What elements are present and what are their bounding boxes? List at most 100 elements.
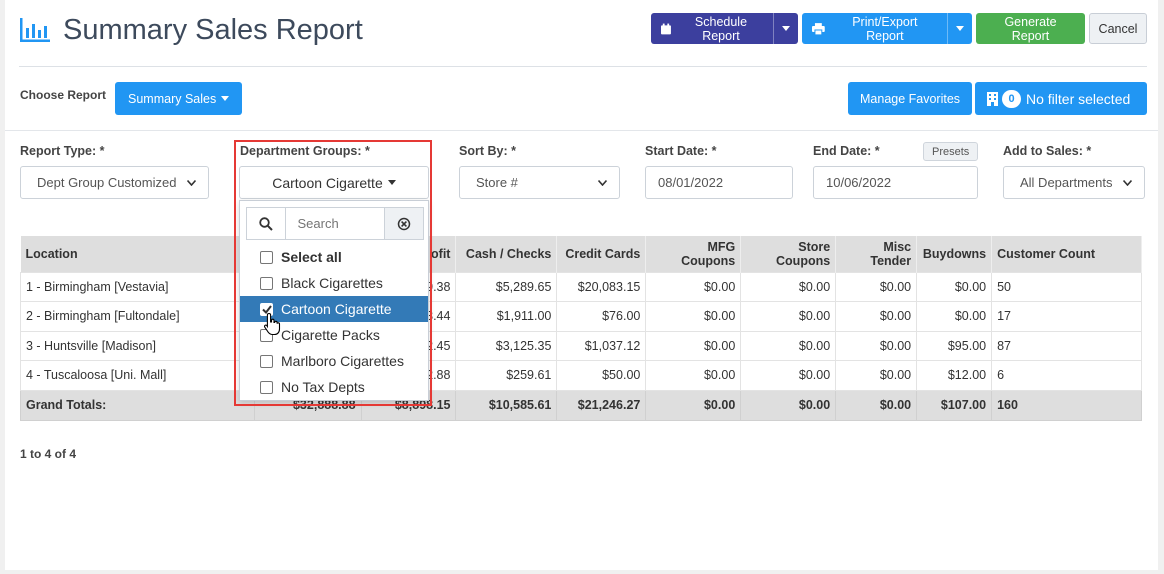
pagination-info: 1 to 4 of 4	[20, 447, 77, 461]
column-header[interactable]: Store Coupons	[740, 236, 837, 272]
table-cell: $0.00	[740, 330, 837, 361]
printer-icon	[812, 22, 825, 35]
table-cell: $5,289.65	[455, 271, 558, 302]
table-cell: 1 - Birmingham [Vestavia]	[20, 271, 255, 302]
table-cell: $1,037.12	[556, 330, 647, 361]
table-cell: 2 - Birmingham [Fultondale]	[20, 301, 255, 332]
cancel-label: Cancel	[1098, 21, 1138, 36]
choose-report-label: Choose Report	[20, 88, 107, 102]
table-cell: 3 - Huntsville [Madison]	[20, 330, 255, 361]
filter-label: No filter selected	[1026, 90, 1131, 107]
table-cell: $0.00	[835, 330, 918, 361]
column-header[interactable]: Cash / Checks	[455, 236, 558, 272]
dept-groups-label: Department Groups: *	[240, 144, 370, 158]
end-date-input[interactable]: 10/06/2022	[813, 166, 978, 199]
generate-report-label: Generate Report	[1004, 14, 1057, 43]
manage-favorites-button[interactable]: Manage Favorites	[848, 82, 973, 115]
add-to-sales-label: Add to Sales: *	[1003, 144, 1092, 158]
table-cell: $21,246.27	[556, 389, 647, 421]
caret-down-icon	[956, 26, 964, 31]
report-page: Summary Sales Report Schedule Report Pri…	[5, 0, 1158, 570]
checkbox[interactable]	[260, 250, 273, 264]
column-header[interactable]: Misc Tender	[835, 236, 918, 272]
print-export-caret[interactable]	[947, 13, 972, 44]
end-date-label: End Date: *	[813, 144, 880, 158]
dropdown-item-label: No Tax Depts	[281, 379, 365, 395]
dropdown-search-input[interactable]	[285, 208, 384, 239]
table-cell: $3,125.35	[455, 330, 558, 361]
checkbox[interactable]	[260, 380, 273, 394]
cancel-button[interactable]: Cancel	[1089, 13, 1147, 44]
table-cell: $0.00	[645, 330, 742, 361]
column-header[interactable]: Buydowns	[916, 236, 993, 272]
table-header-row: Location ofit Cash / Checks Credit Cards…	[20, 236, 1142, 272]
table-cell: 87	[991, 330, 1142, 361]
table-cell: $95.00	[916, 330, 993, 361]
table-cell: $0.00	[835, 360, 918, 391]
column-header[interactable]: Location	[20, 236, 255, 272]
clear-search-icon[interactable]	[383, 208, 423, 239]
table-cell: $0.00	[740, 271, 837, 302]
dropdown-item[interactable]: Black Cigarettes	[240, 270, 428, 296]
hand-cursor-icon	[263, 312, 281, 336]
report-type-select[interactable]: Dept Group Customized	[20, 166, 209, 199]
manage-favorites-label: Manage Favorites	[860, 91, 961, 106]
calendar-icon	[661, 23, 671, 34]
start-date-label: Start Date: *	[645, 144, 717, 158]
table-cell: $259.61	[455, 360, 558, 391]
table-row: 4 - Tuscaloosa [Uni. Mall] 2.88 $259.61 …	[20, 360, 1142, 391]
schedule-report-split: Schedule Report	[651, 13, 798, 44]
dropdown-item[interactable]: Marlboro Cigarettes	[240, 348, 428, 374]
sort-by-label: Sort By: *	[459, 144, 516, 158]
print-export-button[interactable]: Print/Export Report	[802, 13, 947, 44]
table-cell: $0.00	[645, 389, 742, 421]
chevron-down-icon	[187, 179, 196, 186]
column-header[interactable]: Customer Count	[991, 236, 1142, 272]
chevron-down-icon	[1123, 179, 1132, 186]
dropdown-search	[246, 207, 424, 240]
table-cell: 160	[991, 389, 1142, 421]
checkbox[interactable]	[260, 276, 273, 290]
start-date-input[interactable]: 08/01/2022	[645, 166, 793, 199]
checkbox[interactable]	[260, 354, 273, 368]
chevron-down-icon	[598, 179, 607, 186]
report-type-label: Report Type: *	[20, 144, 105, 158]
dropdown-item-label: Cartoon Cigarette	[281, 301, 392, 317]
table-cell: $107.00	[916, 389, 993, 421]
page-title: Summary Sales Report	[63, 13, 363, 46]
dropdown-item-select-all[interactable]: Select all	[240, 244, 428, 270]
dept-groups-select[interactable]: Cartoon Cigarette	[239, 166, 429, 199]
schedule-report-label: Schedule Report	[694, 14, 748, 43]
table-cell: $0.00	[740, 360, 837, 391]
dropdown-item-label: Cigarette Packs	[281, 327, 380, 343]
schedule-report-caret[interactable]	[773, 13, 798, 44]
table-row: 1 - Birmingham [Vestavia] 9.38 $5,289.65…	[20, 271, 1142, 302]
table-cell: 17	[991, 301, 1142, 332]
column-header[interactable]: MFG Coupons	[645, 236, 742, 272]
schedule-report-button[interactable]: Schedule Report	[651, 13, 773, 44]
dropdown-item[interactable]: No Tax Depts	[240, 374, 428, 400]
table-cell: $76.00	[556, 301, 647, 332]
table-cell: $20,083.15	[556, 271, 647, 302]
table-cell: $1,911.00	[455, 301, 558, 332]
end-date-value: 10/06/2022	[826, 175, 892, 190]
table-row: 2 - Birmingham [Fultondale] 3.44 $1,911.…	[20, 301, 1142, 332]
table-cell: $0.00	[645, 301, 742, 332]
column-header[interactable]: Credit Cards	[556, 236, 647, 272]
sort-by-select[interactable]: Store #	[459, 166, 620, 199]
building-icon	[987, 91, 998, 106]
add-to-sales-select[interactable]: All Departments	[1003, 166, 1145, 199]
search-icon	[247, 208, 286, 239]
filter-count-badge: 0	[1002, 89, 1021, 108]
filter-button[interactable]: 0 No filter selected	[975, 82, 1147, 115]
table-cell: $0.00	[740, 389, 837, 421]
report-select-label: Summary Sales	[128, 91, 217, 106]
table-cell: $0.00	[916, 301, 993, 332]
generate-report-button[interactable]: Generate Report	[976, 13, 1085, 44]
print-export-label: Print/Export Report	[852, 14, 918, 43]
presets-button[interactable]: Presets	[923, 142, 979, 161]
report-select-button[interactable]: Summary Sales	[115, 82, 243, 115]
top-actions: Schedule Report Print/Export Report Gene…	[651, 13, 1147, 44]
print-export-split: Print/Export Report	[802, 13, 972, 44]
table-cell: $0.00	[835, 271, 918, 302]
